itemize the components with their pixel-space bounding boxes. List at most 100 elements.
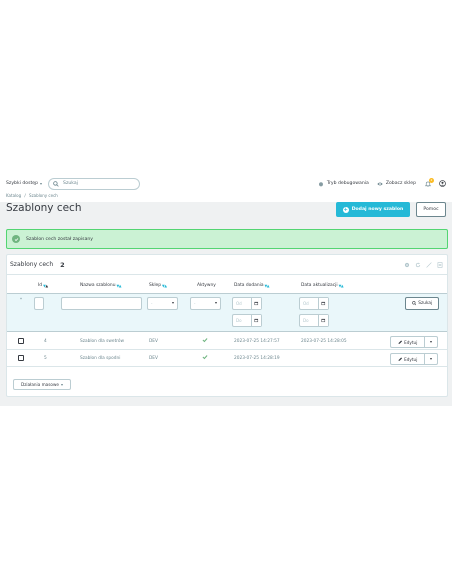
edit-button[interactable]: Edytuj [391,337,425,347]
row-actions-dropdown[interactable] [425,341,437,343]
bulk-actions-button[interactable]: Działania masowe [13,379,71,390]
top-bar: Szybki dostęp Szukaj Tryb debugowania Zo… [0,165,452,202]
chevron-down-icon [430,341,432,343]
panel-count: 2 [60,260,65,269]
filter-active-value: - [194,301,196,306]
notifications-button[interactable]: 2 [425,177,434,187]
filter-row: * - - Od Do Od Do Szukaj [7,293,447,332]
column-header-name[interactable]: Nazwa szablonu ▼▲ [80,283,121,288]
edit-button[interactable]: Edytuj [391,354,425,364]
edit-label: Edytuj [404,356,418,362]
filter-date-add-to[interactable]: Do [232,314,262,327]
view-shop-link[interactable]: Zobacz sklep [377,181,416,187]
chevron-down-icon [215,302,217,304]
row-date-upd: 2023-07-25 14:28:05 [301,339,347,344]
page-title: Szablony cech [6,202,82,214]
success-alert: Szablon cech został zapisany [6,229,448,249]
settings-icon[interactable] [404,262,410,268]
sort-arrows-icon[interactable]: ▼▲ [162,284,167,288]
filter-id-input[interactable] [34,297,44,310]
date-from-placeholder: Od [303,301,309,306]
export-icon[interactable] [437,262,443,268]
search-icon [53,180,59,187]
eye-icon [377,182,383,185]
search-placeholder: Szukaj [63,181,78,186]
sort-arrows-icon[interactable]: ▼▲ [339,284,344,288]
filter-shop-value: - [151,301,153,306]
calendar-icon[interactable] [318,315,328,326]
help-button[interactable]: Pomoc [416,202,446,217]
filter-name-input[interactable] [61,297,142,310]
row-name: Szablon dla swetrów [80,339,125,344]
sort-arrows-icon[interactable]: ▼▲ [43,284,48,288]
column-date-upd-label: Data aktualizacji [301,283,338,288]
column-header-date-add[interactable]: Data dodania ▼▲ [234,283,270,288]
view-shop-label: Zobacz sklep [385,181,416,186]
row-name: Szablon dla spodni [80,356,121,361]
search-icon [411,301,417,306]
column-id-label: Id [38,283,43,288]
column-header-id[interactable]: Id ▼▲ [38,283,48,288]
pencil-icon [398,340,402,344]
chevron-down-icon [172,302,174,304]
filter-active-select[interactable]: - [190,297,221,310]
chevron-down-icon [40,182,43,185]
quick-access-dropdown[interactable]: Szybki dostęp [6,181,43,186]
column-active-label: Aktywny [197,283,216,288]
debug-mode-link[interactable]: Tryb debugowania [318,181,369,187]
table-row[interactable]: 5 Szablon dla spodni DEV 2023-07-25 14:2… [7,351,447,367]
active-check-icon[interactable] [202,337,208,343]
panel-tools [404,262,443,268]
date-to-placeholder: Do [303,318,309,323]
user-menu[interactable] [439,180,446,187]
check-circle-icon [12,235,20,243]
sort-arrows-icon[interactable]: ▼▲ [265,284,270,288]
row-actions-dropdown[interactable] [425,358,437,360]
search-input[interactable]: Szukaj [48,177,141,190]
column-header-shop[interactable]: Sklep ▼▲ [149,283,167,288]
table-row[interactable]: 4 Szablon dla swetrów DEV 2023-07-25 14:… [7,334,447,350]
edit-label: Edytuj [404,339,418,345]
panel-header: Szablony cech 2 [7,255,447,275]
panel-title: Szablony cech [10,261,54,268]
row-checkbox[interactable] [18,338,24,344]
templates-panel: Szablony cech 2 Id ▼▲ Nazwa szablonu ▼▲ … [6,254,448,397]
filter-date-add-from[interactable]: Od [232,297,262,310]
column-header-date-upd[interactable]: Data aktualizacji ▼▲ [301,283,344,288]
sort-arrows-icon[interactable]: ▼▲ [117,284,122,288]
row-id: 4 [44,339,47,344]
refresh-icon[interactable] [415,262,421,268]
filter-shop-select[interactable]: - [147,297,178,310]
column-shop-label: Sklep [149,283,162,288]
row-shop: DEV [149,356,158,361]
chevron-down-icon [430,358,432,360]
filter-date-upd-from[interactable]: Od [299,297,329,310]
breadcrumb-separator: / [24,193,26,198]
calendar-icon[interactable] [251,298,261,309]
row-date-add: 2023-07-25 14:28:19 [234,356,280,361]
quick-access-label: Szybki dostęp [6,181,39,186]
row-checkbox[interactable] [18,355,24,361]
filter-search-button[interactable]: Szukaj [405,297,439,310]
filter-marker: * [20,297,22,302]
pencil-icon [398,357,402,361]
active-check-icon[interactable] [202,354,208,360]
alert-message: Szablon cech został zapisany [26,236,94,242]
add-template-label: Dodaj nowy szablon [351,207,404,212]
sql-query-icon[interactable] [426,262,432,268]
row-date-add: 2023-07-25 14:27:57 [234,339,280,344]
date-to-placeholder: Do [236,318,242,323]
chevron-down-icon [61,383,63,386]
add-template-button[interactable]: + Dodaj nowy szablon [336,202,410,217]
row-action-group: Edytuj [390,336,438,348]
calendar-icon[interactable] [318,298,328,309]
plus-icon: + [342,206,349,213]
row-id: 5 [44,356,47,361]
calendar-icon[interactable] [251,315,261,326]
filter-date-upd-to[interactable]: Do [299,314,329,327]
column-name-label: Nazwa szablonu [80,283,116,288]
row-action-group: Edytuj [390,353,438,365]
bulk-actions-label: Działania masowe [20,382,59,387]
breadcrumb-catalog[interactable]: Katalog [6,193,21,198]
notification-badge: 2 [429,177,434,183]
